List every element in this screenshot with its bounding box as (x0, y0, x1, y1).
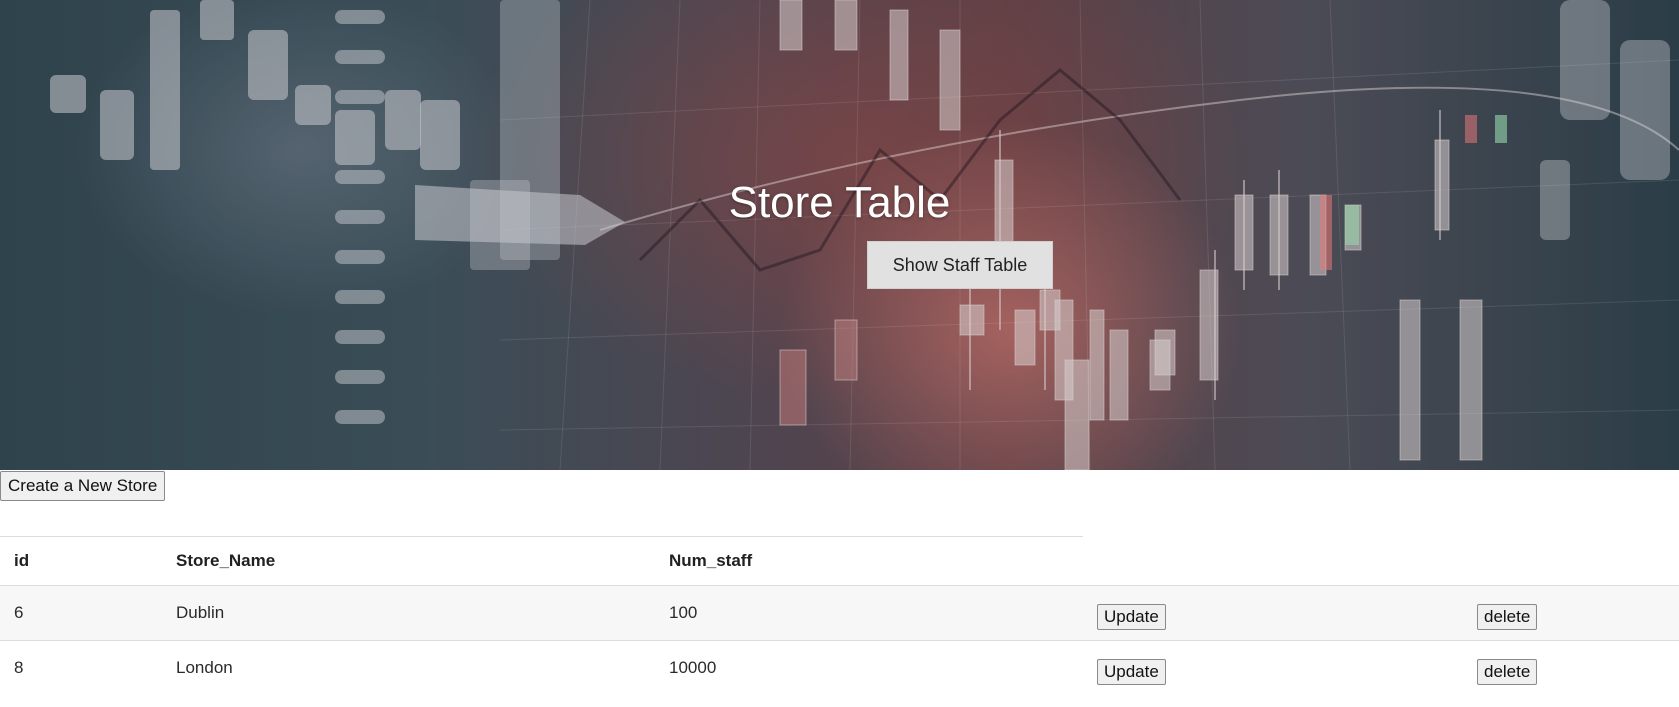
store-table: id Store_Name Num_staff 6 Dublin 100 Upd… (0, 536, 1679, 696)
table-header-row: id Store_Name Num_staff (0, 536, 1679, 586)
stock-chart-background (50, 0, 1679, 470)
cell-store-name: Dublin (176, 603, 225, 622)
column-header-store-name: Store_Name (162, 536, 655, 586)
update-button[interactable]: Update (1097, 659, 1166, 686)
column-header-num-staff: Num_staff (655, 536, 1083, 586)
column-header-update (1083, 537, 1463, 586)
page-title: Store Table (728, 178, 951, 227)
table-row: 8 London 10000 Update delete (0, 640, 1679, 696)
table-row: 6 Dublin 100 Update delete (0, 585, 1679, 641)
cell-id: 6 (14, 603, 24, 622)
cell-update: Update (1083, 641, 1463, 696)
column-header-id: id (0, 536, 162, 586)
cell-delete: delete (1463, 586, 1679, 641)
cell-num-staff: 100 (669, 603, 698, 622)
cell-store-name: London (176, 658, 233, 678)
delete-button[interactable]: delete (1477, 604, 1538, 630)
show-staff-table-button[interactable]: Show Staff Table (867, 241, 1053, 289)
cell-id: 8 (14, 658, 24, 678)
column-header-delete (1463, 537, 1679, 586)
delete-button[interactable]: delete (1477, 659, 1538, 686)
cell-update: Update (1083, 586, 1463, 641)
store-table-container: id Store_Name Num_staff 6 Dublin 100 Upd… (0, 536, 1679, 696)
create-store-button[interactable]: Create a New Store (0, 471, 166, 501)
hero-banner: Store Table Show Staff Table (0, 0, 1679, 470)
cell-num-staff: 10000 (669, 658, 717, 678)
cell-delete: delete (1463, 641, 1679, 696)
update-button[interactable]: Update (1097, 604, 1166, 630)
